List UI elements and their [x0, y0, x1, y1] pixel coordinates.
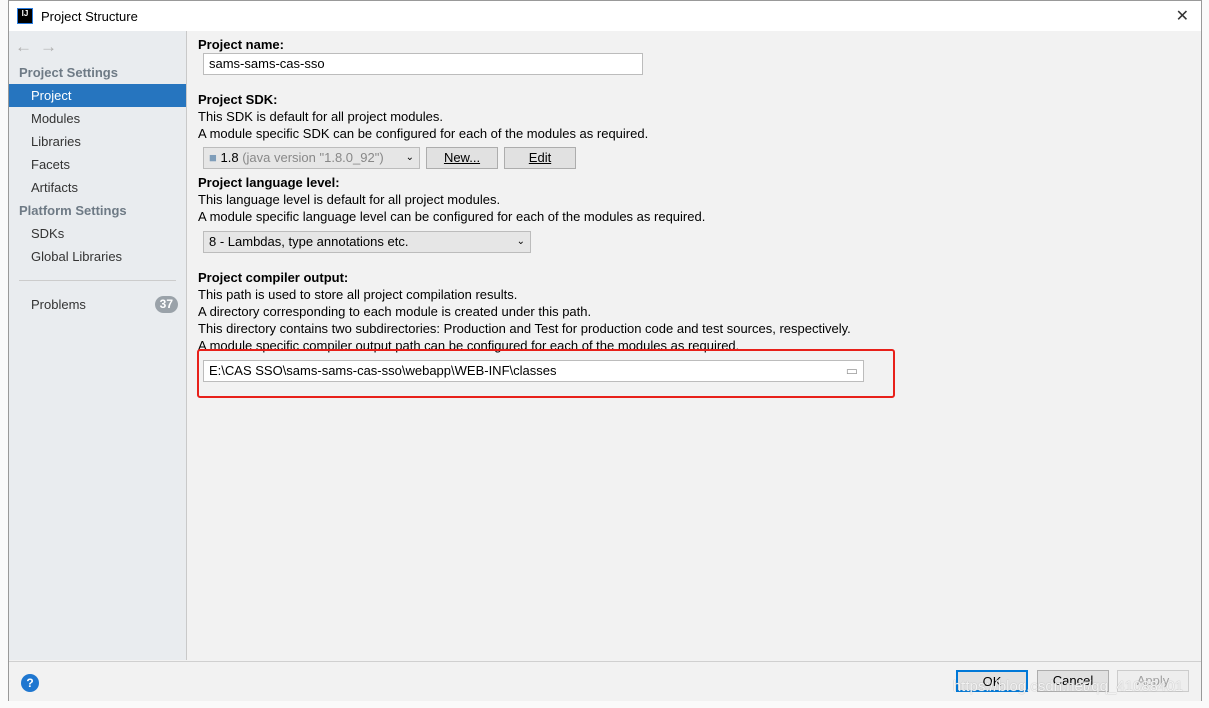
window-title: Project Structure	[41, 8, 138, 24]
edit-sdk-button[interactable]: Edit	[504, 147, 576, 169]
project-name-input[interactable]: sams-sams-cas-sso	[203, 53, 643, 75]
forward-arrow-icon[interactable]: →	[40, 37, 65, 56]
sidebar-item-libraries[interactable]: Libraries	[9, 130, 186, 153]
out-desc: This directory contains two subdirectori…	[198, 321, 851, 336]
problems-count-badge: 37	[154, 296, 178, 313]
sidebar-item-facets[interactable]: Facets	[9, 153, 186, 176]
sidebar-item-global-libraries[interactable]: Global Libraries	[9, 245, 186, 268]
help-icon[interactable]: ?	[21, 674, 39, 692]
dialog-footer: ? OK Cancel Apply https://blog.csdn.net/…	[9, 661, 1201, 701]
lang-desc: This language level is default for all p…	[198, 192, 501, 207]
chevron-down-icon: ⌄	[405, 152, 414, 163]
back-arrow-icon[interactable]: ←	[15, 37, 40, 56]
language-level-select[interactable]: 8 - Lambdas, type annotations etc. ⌄	[203, 231, 531, 253]
close-icon[interactable]: ✕	[1176, 6, 1189, 26]
sdk-detail: (java version "1.8.0_92")	[242, 150, 384, 165]
sidebar-item-modules[interactable]: Modules	[9, 107, 186, 130]
sidebar-item-sdks[interactable]: SDKs	[9, 222, 186, 245]
title-bar: IJ Project Structure ✕	[9, 1, 1201, 31]
sdk-select[interactable]: ■ 1.8 (java version "1.8.0_92") ⌄	[203, 147, 420, 169]
compiler-output-input[interactable]: E:\CAS SSO\sams-sams-cas-sso\webapp\WEB-…	[203, 360, 864, 382]
project-name-label: Project name:	[198, 37, 284, 52]
compiler-output-label: Project compiler output:	[198, 270, 349, 285]
sdk-desc: This SDK is default for all project modu…	[198, 109, 443, 124]
sdk-value: 1.8	[220, 150, 239, 165]
project-structure-dialog: IJ Project Structure ✕ ←→ Project Settin…	[8, 0, 1202, 701]
project-sdk-label: Project SDK:	[198, 92, 278, 107]
sidebar-item-artifacts[interactable]: Artifacts	[9, 176, 186, 199]
section-platform-settings: Platform Settings	[19, 203, 127, 218]
watermark: https://blog.csdn.net/qq_41088401	[952, 678, 1183, 695]
language-level-label: Project language level:	[198, 175, 340, 190]
lang-desc: A module specific language level can be …	[198, 209, 706, 224]
problems-label: Problems	[31, 297, 86, 312]
folder-icon: ■	[209, 150, 217, 165]
chevron-down-icon: ⌄	[516, 236, 525, 247]
divider	[19, 280, 176, 281]
browse-folder-icon[interactable]: ▭	[846, 361, 858, 381]
lang-value: 8 - Lambdas, type annotations etc.	[209, 234, 409, 249]
sdk-desc: A module specific SDK can be configured …	[198, 126, 649, 141]
out-desc: A directory corresponding to each module…	[198, 304, 592, 319]
sidebar-item-problems[interactable]: Problems 37	[9, 293, 186, 316]
out-desc: This path is used to store all project c…	[198, 287, 518, 302]
new-sdk-button[interactable]: New...	[426, 147, 498, 169]
sidebar-item-project[interactable]: Project	[9, 84, 186, 107]
sidebar: ←→ Project Settings Project Modules Libr…	[9, 31, 187, 660]
intellij-logo-icon: IJ	[17, 8, 33, 24]
section-project-settings: Project Settings	[19, 65, 118, 80]
output-path: E:\CAS SSO\sams-sams-cas-sso\webapp\WEB-…	[209, 363, 557, 378]
